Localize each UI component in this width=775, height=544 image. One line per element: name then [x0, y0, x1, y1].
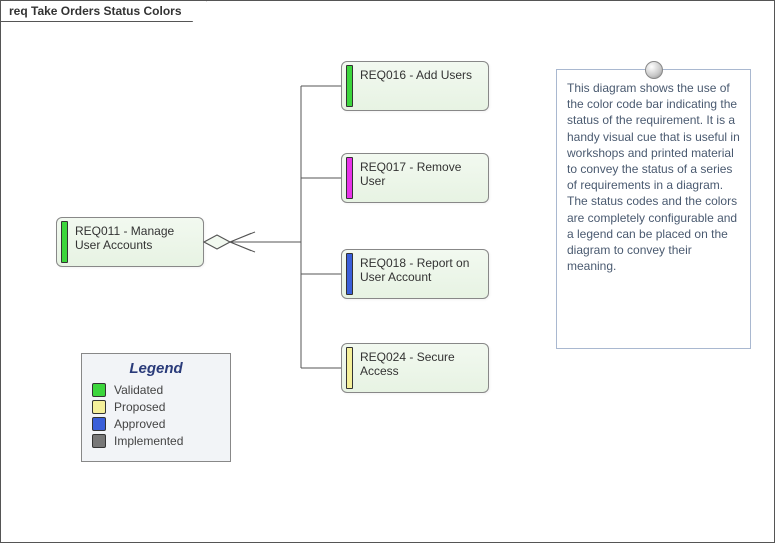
req-label: REQ024 - Secure Access [360, 350, 480, 378]
legend-item-implemented: Implemented [92, 434, 220, 448]
legend-label: Validated [114, 383, 163, 397]
status-bar-icon [346, 347, 353, 389]
legend-swatch-proposed-icon [92, 400, 106, 414]
req-child-2[interactable]: REQ018 - Report on User Account [341, 249, 489, 299]
legend-title: Legend [92, 360, 220, 377]
req-label: REQ011 - Manage User Accounts [75, 224, 195, 252]
req-parent[interactable]: REQ011 - Manage User Accounts [56, 217, 204, 267]
status-bar-icon [346, 253, 353, 295]
req-label: REQ018 - Report on User Account [360, 256, 480, 284]
status-bar-icon [61, 221, 68, 263]
legend-swatch-approved-icon [92, 417, 106, 431]
frame-title-tab: req Take Orders Status Colors [1, 1, 207, 22]
legend-label: Approved [114, 417, 165, 431]
legend-item-validated: Validated [92, 383, 220, 397]
legend-swatch-implemented-icon [92, 434, 106, 448]
req-label: REQ016 - Add Users [360, 68, 472, 82]
note-panel: This diagram shows the use of the color … [556, 69, 751, 349]
req-label: REQ017 - Remove User [360, 160, 480, 188]
req-child-3[interactable]: REQ024 - Secure Access [341, 343, 489, 393]
legend-item-proposed: Proposed [92, 400, 220, 414]
req-child-1[interactable]: REQ017 - Remove User [341, 153, 489, 203]
req-child-0[interactable]: REQ016 - Add Users [341, 61, 489, 111]
legend-panel: Legend Validated Proposed Approved Imple… [81, 353, 231, 462]
pin-icon [645, 61, 663, 79]
diagram-frame: req Take Orders Status Colors REQ011 - M… [0, 0, 775, 543]
aggregation-diamond-icon [204, 235, 230, 249]
legend-label: Implemented [114, 434, 183, 448]
status-bar-icon [346, 157, 353, 199]
legend-item-approved: Approved [92, 417, 220, 431]
legend-swatch-validated-icon [92, 383, 106, 397]
legend-label: Proposed [114, 400, 165, 414]
frame-title-text: req Take Orders Status Colors [9, 4, 182, 18]
note-text: This diagram shows the use of the color … [567, 81, 740, 273]
status-bar-icon [346, 65, 353, 107]
